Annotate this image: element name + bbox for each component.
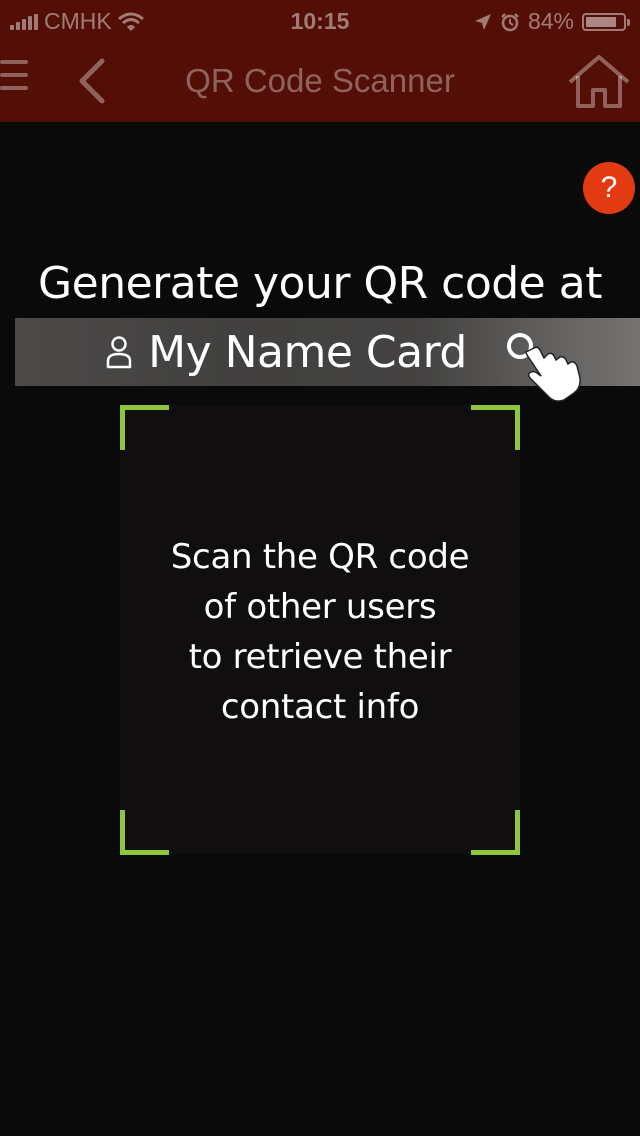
tap-pointer-icon <box>507 333 581 402</box>
frame-corner-top-right <box>471 405 520 450</box>
status-right: 84% <box>474 8 630 35</box>
navigation-bar: QR Code Scanner <box>0 40 640 122</box>
qr-scanner-screen: CMHK 10:15 84% QR Code Scanner ? Generat… <box>0 0 640 1136</box>
frame-corner-bottom-left <box>120 810 169 855</box>
app-header: CMHK 10:15 84% QR Code Scanner <box>0 0 640 122</box>
instruction-line: of other users <box>203 587 437 627</box>
instruction-line: contact info <box>220 687 420 727</box>
battery-percent: 84% <box>527 8 574 34</box>
location-arrow-icon <box>474 13 491 30</box>
instruction-line: Scan the QR code <box>170 537 470 577</box>
battery-icon <box>582 12 630 31</box>
home-icon[interactable] <box>566 52 632 110</box>
frame-corner-top-left <box>120 405 169 450</box>
help-button[interactable]: ? <box>583 162 635 214</box>
status-bar: CMHK 10:15 84% <box>0 0 640 40</box>
frame-corner-bottom-right <box>471 810 520 855</box>
name-card-label: My Name Card <box>148 326 467 378</box>
alarm-clock-icon <box>501 12 519 31</box>
person-icon <box>106 336 132 369</box>
scan-instructions: Scan the QR code of other users to retri… <box>120 532 520 732</box>
instruction-line: to retrieve their <box>188 637 452 677</box>
generate-qr-prompt: Generate your QR code at <box>38 258 602 309</box>
battery-level-fill <box>586 16 616 27</box>
page-title: QR Code Scanner <box>185 62 455 99</box>
